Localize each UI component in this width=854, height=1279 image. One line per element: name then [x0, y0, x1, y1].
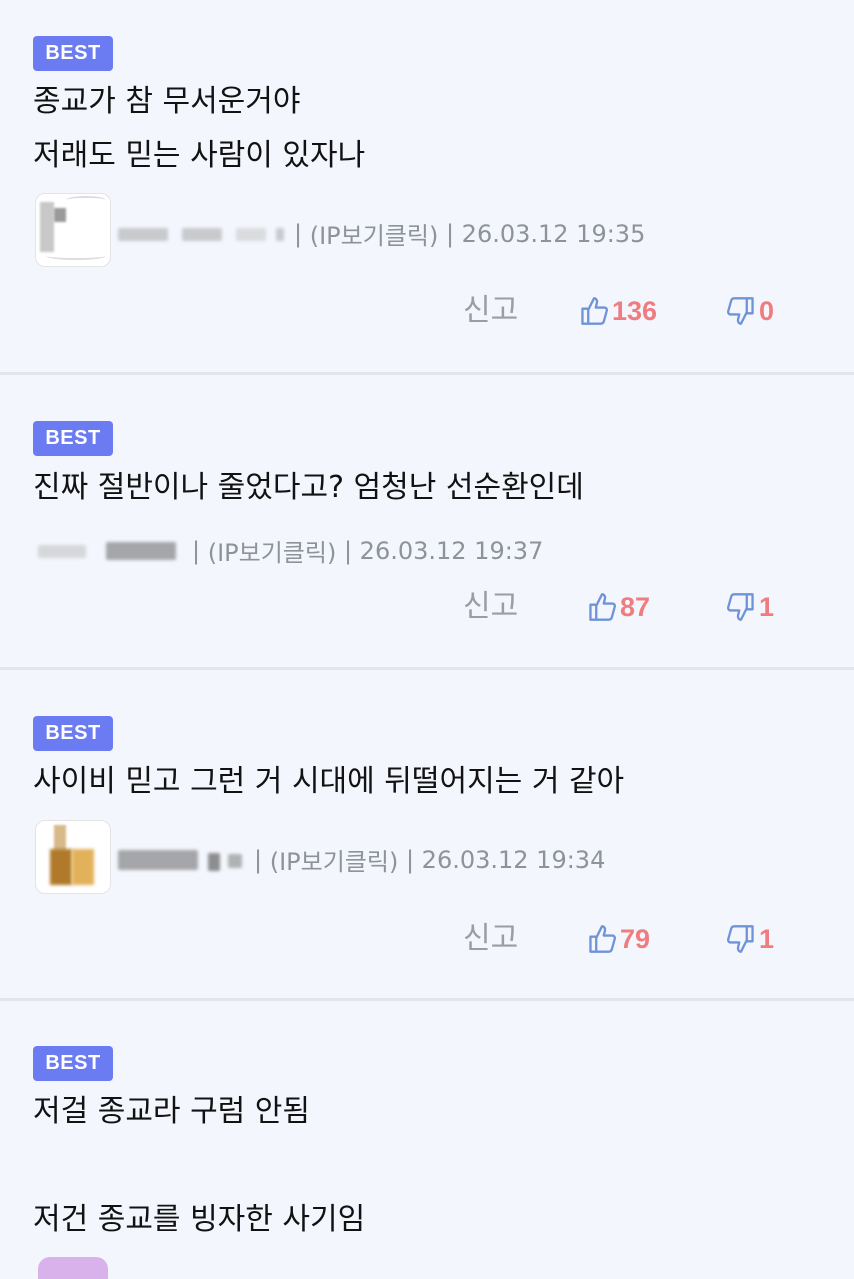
best-badge: BEST [33, 36, 113, 71]
ip-view-link[interactable]: (IP보기클릭) [270, 842, 399, 877]
dislike-count: 1 [759, 591, 775, 622]
comment-actions: 신고 79 1 [0, 919, 854, 959]
comment-text: 저걸 종교라 구럼 안됨 저건 종교를 빙자한 사기임 [33, 1094, 366, 1237]
comment-meta: | (IP보기클릭) | 26.03.12 19:35 [118, 216, 645, 251]
comment-meta: | (IP보기클릭) | 26.03.12 19:34 [118, 842, 605, 877]
like-button[interactable]: 136 [580, 291, 657, 331]
thumbs-down-icon [727, 925, 754, 953]
like-count: 87 [620, 591, 651, 622]
nickname-blurred[interactable] [118, 848, 246, 872]
comment-item: BEST 진짜 절반이나 줄었다고? 엄청난 선순환인데 | (IP보기클릭) … [0, 375, 854, 670]
like-button[interactable]: 87 [588, 587, 650, 627]
ip-view-link[interactable]: (IP보기클릭) [310, 216, 439, 251]
thumbs-down-icon [727, 297, 754, 325]
comment-text: 종교가 참 무서운거야 저래도 믿는 사람이 있자나 [33, 84, 366, 173]
avatar[interactable] [35, 820, 111, 894]
report-button[interactable]: 신고 [463, 291, 518, 331]
report-button[interactable]: 신고 [463, 587, 518, 627]
comment-meta: | (IP보기클릭) | 26.03.12 19:37 [38, 533, 543, 568]
dislike-button[interactable]: 1 [727, 587, 774, 627]
like-count: 79 [620, 923, 651, 954]
thumbs-up-icon [589, 593, 616, 621]
thumbs-up-icon [589, 925, 616, 953]
like-button[interactable]: 79 [588, 919, 650, 959]
comment-text: 진짜 절반이나 줄었다고? 엄청난 선순환인데 [33, 470, 584, 505]
report-button[interactable]: 신고 [463, 919, 518, 959]
avatar[interactable] [35, 193, 111, 267]
dislike-count: 0 [759, 295, 775, 326]
like-count: 136 [612, 295, 658, 326]
thumbs-up-icon [581, 297, 608, 325]
comment-text: 사이비 믿고 그런 거 시대에 뒤떨어지는 거 같아 [33, 764, 625, 799]
comment-actions: 신고 87 1 [0, 587, 854, 627]
avatar[interactable] [38, 1257, 108, 1279]
timestamp: 26.03.12 19:34 [421, 845, 606, 874]
best-badge: BEST [33, 421, 113, 456]
comment-actions: 신고 136 0 [0, 291, 854, 331]
timestamp: 26.03.12 19:37 [359, 536, 544, 565]
best-badge: BEST [33, 1046, 113, 1081]
dislike-button[interactable]: 0 [727, 291, 774, 331]
nickname-blurred[interactable] [38, 539, 184, 563]
ip-view-link[interactable]: (IP보기클릭) [208, 533, 337, 568]
comment-item: BEST 사이비 믿고 그런 거 시대에 뒤떨어지는 거 같아 | (IP보기클… [0, 670, 854, 1001]
dislike-count: 1 [759, 923, 775, 954]
comment-item: BEST 종교가 참 무서운거야 저래도 믿는 사람이 있자나 | (IP보기클… [0, 0, 854, 375]
nickname-blurred[interactable] [118, 222, 286, 246]
comment-item: BEST 저걸 종교라 구럼 안됨 저건 종교를 빙자한 사기임 [0, 1001, 854, 1279]
timestamp: 26.03.12 19:35 [461, 219, 646, 248]
thumbs-down-icon [727, 593, 754, 621]
best-badge: BEST [33, 716, 113, 751]
dislike-button[interactable]: 1 [727, 919, 774, 959]
